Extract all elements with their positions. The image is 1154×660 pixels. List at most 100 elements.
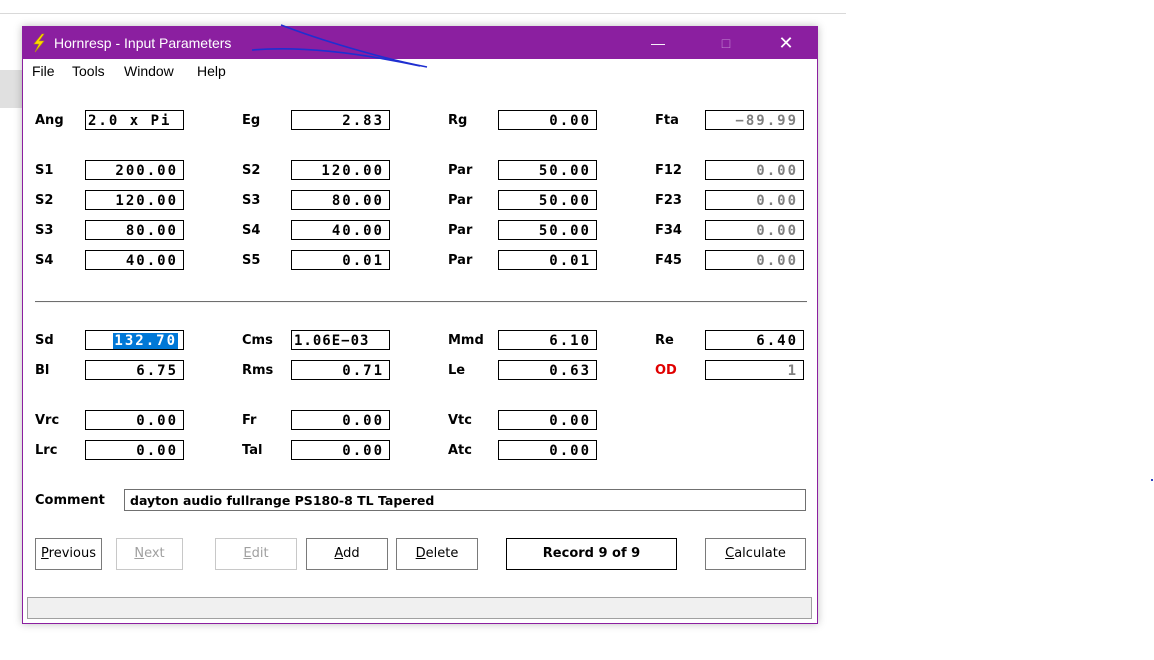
par4-field[interactable]: 0.01 <box>498 250 597 270</box>
s4-label: S4 <box>242 223 261 238</box>
par1-field[interactable]: 50.00 <box>498 160 597 180</box>
next-label: ext <box>144 546 165 561</box>
minimize-button[interactable]: — <box>635 27 681 59</box>
od-label: OD <box>655 363 677 378</box>
par3-field[interactable]: 50.00 <box>498 220 597 240</box>
status-bar <box>27 597 812 619</box>
add-accel: A <box>334 546 344 561</box>
rg-field[interactable]: 0.00 <box>498 110 597 130</box>
eg-field[interactable]: 2.83 <box>291 110 390 130</box>
previous-button[interactable]: Previous <box>35 538 102 570</box>
calculate-label: alculate <box>734 546 786 561</box>
delete-label: elete <box>425 546 459 561</box>
f23-label: F23 <box>655 193 682 208</box>
rms-label: Rms <box>242 363 274 378</box>
f34-label: F34 <box>655 223 682 238</box>
eg-label: Eg <box>242 113 261 128</box>
section-divider <box>35 301 807 303</box>
s3-field[interactable]: 80.00 <box>291 190 390 210</box>
next-accel: N <box>134 546 145 561</box>
previous-label: revious <box>48 546 96 561</box>
sd-field[interactable]: 132.70 <box>85 330 184 350</box>
s1-field[interactable]: 200.00 <box>85 160 184 180</box>
re-label: Re <box>655 333 674 348</box>
s4-row-field[interactable]: 40.00 <box>85 250 184 270</box>
mmd-field[interactable]: 6.10 <box>498 330 597 350</box>
par2-field[interactable]: 50.00 <box>498 190 597 210</box>
calculate-button[interactable]: Calculate <box>705 538 806 570</box>
sd-label: Sd <box>35 333 54 348</box>
f12-label: F12 <box>655 163 682 178</box>
lightning-bolt-icon <box>33 33 45 53</box>
add-label: dd <box>343 546 360 561</box>
background-divider <box>0 13 846 14</box>
cms-label: Cms <box>242 333 273 348</box>
window-title: Hornresp - Input Parameters <box>54 35 232 51</box>
f12-field[interactable]: 0.00 <box>705 160 804 180</box>
s3-label: S3 <box>242 193 261 208</box>
background-panel <box>0 70 23 108</box>
s4-field[interactable]: 40.00 <box>291 220 390 240</box>
fta-field[interactable]: −89.99 <box>705 110 804 130</box>
atc-label: Atc <box>448 443 472 458</box>
menu-file[interactable]: File <box>32 63 55 79</box>
s3-row-field[interactable]: 80.00 <box>85 220 184 240</box>
mmd-label: Mmd <box>448 333 484 348</box>
s5-label: S5 <box>242 253 261 268</box>
delete-button[interactable]: Delete <box>396 538 478 570</box>
atc-field[interactable]: 0.00 <box>498 440 597 460</box>
par4-label: Par <box>448 253 473 268</box>
s2-row-field[interactable]: 120.00 <box>85 190 184 210</box>
menu-bar: File Tools Window Help <box>23 59 817 83</box>
f23-field[interactable]: 0.00 <box>705 190 804 210</box>
par1-label: Par <box>448 163 473 178</box>
lrc-field[interactable]: 0.00 <box>85 440 184 460</box>
rg-label: Rg <box>448 113 468 128</box>
menu-window[interactable]: Window <box>124 63 174 79</box>
comment-field[interactable]: dayton audio fullrange PS180-8 TL Tapere… <box>124 489 806 511</box>
bl-field[interactable]: 6.75 <box>85 360 184 380</box>
delete-accel: D <box>415 546 426 561</box>
edit-button[interactable]: Edit <box>215 538 297 570</box>
maximize-button[interactable]: □ <box>703 27 749 59</box>
od-field[interactable]: 1 <box>705 360 804 380</box>
menu-help[interactable]: Help <box>197 63 226 79</box>
vrc-field[interactable]: 0.00 <box>85 410 184 430</box>
tal-field[interactable]: 0.00 <box>291 440 390 460</box>
bl-label: Bl <box>35 363 50 378</box>
cms-field[interactable]: 1.06E−03 <box>291 330 390 350</box>
previous-accel: P <box>41 546 49 561</box>
next-button[interactable]: Next <box>116 538 183 570</box>
vrc-label: Vrc <box>35 413 60 428</box>
fr-field[interactable]: 0.00 <box>291 410 390 430</box>
record-status: Record 9 of 9 <box>506 538 677 570</box>
menu-tools[interactable]: Tools <box>72 63 105 79</box>
f34-field[interactable]: 0.00 <box>705 220 804 240</box>
s5-field[interactable]: 0.01 <box>291 250 390 270</box>
title-bar[interactable]: Hornresp - Input Parameters — □ ✕ <box>23 27 817 59</box>
vtc-field[interactable]: 0.00 <box>498 410 597 430</box>
re-field[interactable]: 6.40 <box>705 330 804 350</box>
stray-mark <box>1151 479 1153 481</box>
s1-label: S1 <box>35 163 54 178</box>
comment-label: Comment <box>35 493 105 508</box>
close-button[interactable]: ✕ <box>763 27 809 59</box>
par3-label: Par <box>448 223 473 238</box>
lrc-label: Lrc <box>35 443 58 458</box>
f45-field[interactable]: 0.00 <box>705 250 804 270</box>
fr-label: Fr <box>242 413 257 428</box>
s4-row-label: S4 <box>35 253 54 268</box>
calculate-accel: C <box>725 546 735 561</box>
s2-field[interactable]: 120.00 <box>291 160 390 180</box>
s2-label: S2 <box>242 163 261 178</box>
f45-label: F45 <box>655 253 682 268</box>
fta-label: Fta <box>655 113 679 128</box>
ang-field[interactable]: 2.0 x Pi <box>85 110 184 130</box>
tal-label: Tal <box>242 443 263 458</box>
ang-label: Ang <box>35 113 64 128</box>
edit-accel: E <box>243 546 252 561</box>
add-button[interactable]: Add <box>306 538 388 570</box>
le-field[interactable]: 0.63 <box>498 360 597 380</box>
rms-field[interactable]: 0.71 <box>291 360 390 380</box>
s2-row-label: S2 <box>35 193 54 208</box>
